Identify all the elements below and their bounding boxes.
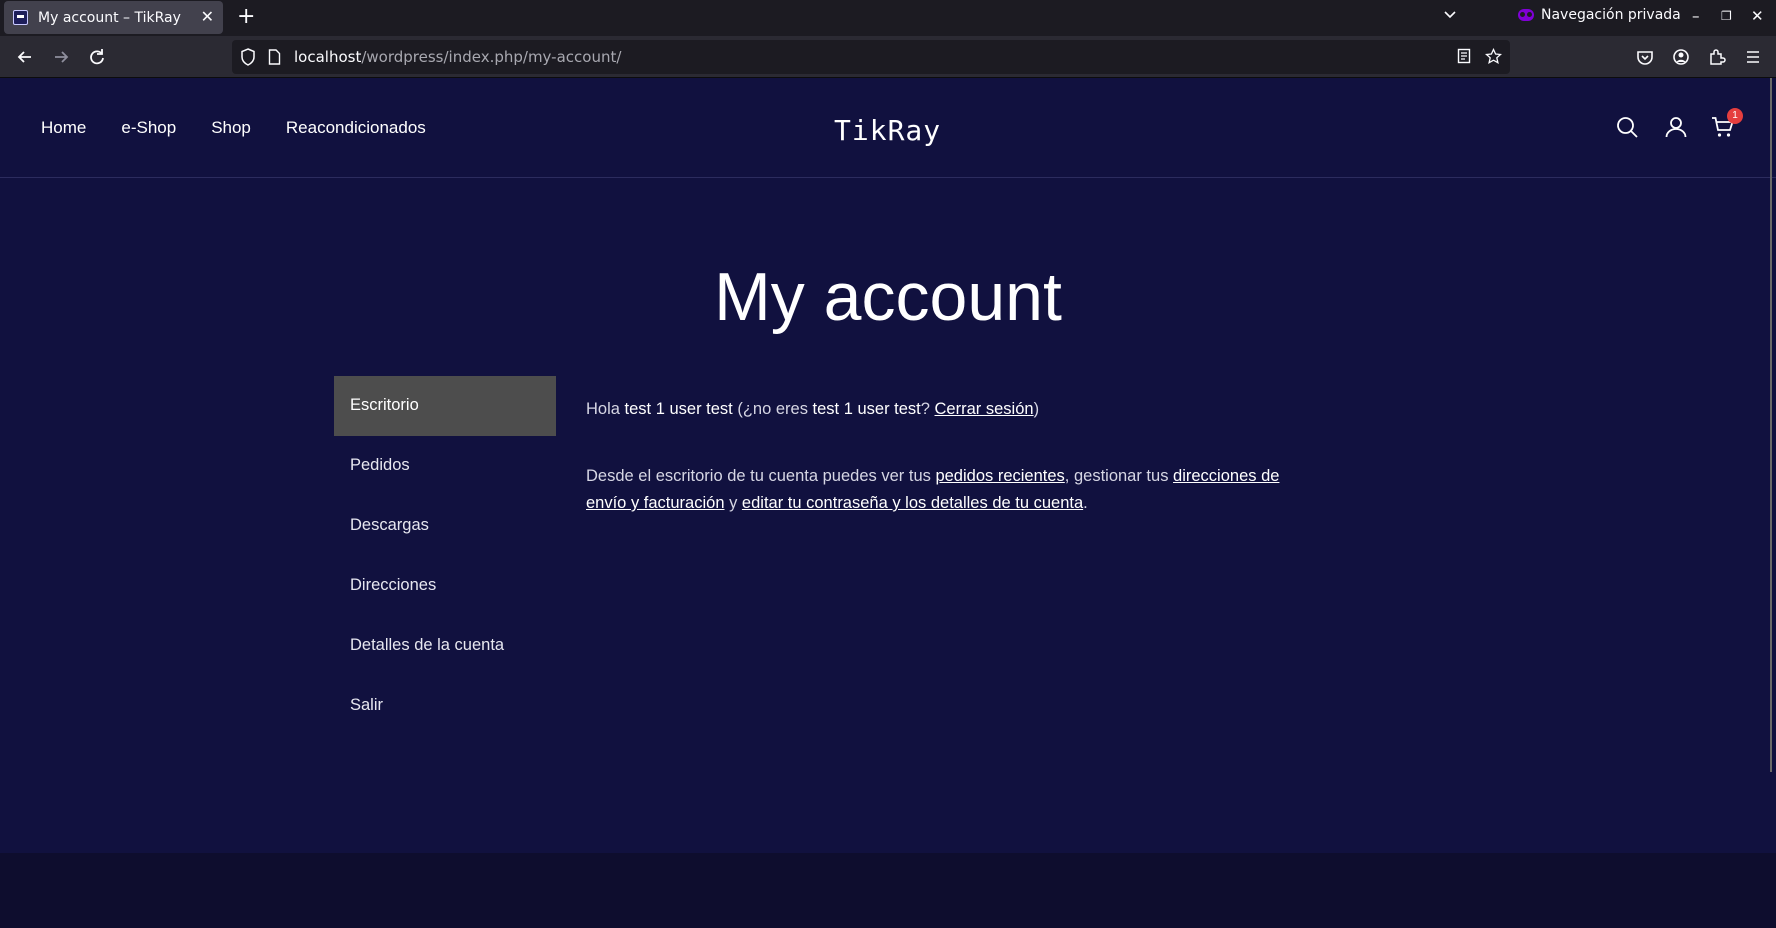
menu-item-home[interactable]: Home bbox=[41, 118, 86, 138]
reader-mode-icon[interactable] bbox=[1456, 48, 1472, 64]
browser-tab[interactable]: My account – TikRay ✕ bbox=[4, 1, 223, 34]
account-nav-pedidos[interactable]: Pedidos bbox=[334, 436, 556, 496]
recent-orders-link[interactable]: pedidos recientes bbox=[935, 467, 1064, 485]
user-account-icon[interactable] bbox=[1664, 115, 1688, 139]
desc-text-4: . bbox=[1083, 494, 1088, 512]
page-scrollbar[interactable] bbox=[1770, 78, 1772, 772]
main-menu: Home e-Shop Shop Reacondicionados bbox=[41, 118, 461, 138]
user-name: test 1 user test bbox=[624, 400, 733, 418]
account-nav-descargas[interactable]: Descargas bbox=[334, 496, 556, 556]
tracking-shield-icon[interactable] bbox=[240, 48, 256, 66]
new-tab-icon[interactable]: + bbox=[237, 4, 255, 30]
greeting-paragraph: Hola test 1 user test (¿no eres test 1 u… bbox=[586, 396, 1316, 423]
menu-item-e-shop[interactable]: e-Shop bbox=[121, 118, 176, 138]
desc-text-2: , gestionar tus bbox=[1064, 467, 1174, 485]
menu-item-shop[interactable]: Shop bbox=[211, 118, 251, 138]
site-logo[interactable]: TikRay bbox=[834, 114, 941, 147]
greeting-question: ? bbox=[920, 400, 935, 418]
url-bar[interactable]: localhost/wordpress/index.php/my-account… bbox=[232, 40, 1510, 74]
logout-link[interactable]: Cerrar sesión bbox=[935, 400, 1034, 418]
account-nav-direcciones[interactable]: Direcciones bbox=[334, 556, 556, 616]
hamburger-menu-icon[interactable] bbox=[1740, 44, 1766, 70]
site-favicon-icon bbox=[13, 10, 28, 25]
site-header: Home e-Shop Shop Reacondicionados TikRay… bbox=[0, 78, 1776, 178]
desc-text-3: y bbox=[724, 494, 742, 512]
page-title: My account bbox=[714, 259, 1062, 335]
cart-count-badge: 1 bbox=[1727, 108, 1743, 124]
user-name-repeat: test 1 user test bbox=[812, 400, 921, 418]
account-navigation: Escritorio Pedidos Descargas Direcciones… bbox=[334, 376, 556, 736]
desc-text-1: Desde el escritorio de tu cuenta puedes … bbox=[586, 467, 936, 485]
minimize-icon[interactable]: – bbox=[1692, 6, 1700, 26]
account-dashboard-content: Hola test 1 user test (¿no eres test 1 u… bbox=[586, 396, 1316, 557]
greeting-end: ) bbox=[1033, 400, 1040, 418]
close-tab-icon[interactable]: ✕ bbox=[201, 8, 214, 26]
dashboard-description: Desde el escritorio de tu cuenta puedes … bbox=[586, 463, 1316, 517]
account-details-link[interactable]: editar tu contraseña y los detalles de t… bbox=[742, 494, 1083, 512]
browser-navigation-bar: localhost/wordpress/index.php/my-account… bbox=[0, 36, 1776, 78]
private-mask-icon bbox=[1518, 9, 1534, 21]
tab-title: My account – TikRay bbox=[38, 9, 181, 26]
url-text[interactable]: localhost/wordpress/index.php/my-account… bbox=[294, 48, 621, 66]
reload-icon[interactable] bbox=[84, 44, 110, 70]
greeting-mid: (¿no eres bbox=[732, 400, 813, 418]
account-nav-salir[interactable]: Salir bbox=[334, 676, 556, 736]
search-icon[interactable] bbox=[1615, 115, 1639, 139]
account-nav-escritorio[interactable]: Escritorio bbox=[334, 376, 556, 436]
chevron-down-icon[interactable] bbox=[1444, 9, 1456, 21]
bookmark-star-icon[interactable] bbox=[1485, 48, 1502, 65]
site-footer bbox=[0, 853, 1776, 928]
account-circle-icon[interactable] bbox=[1668, 44, 1694, 70]
private-browsing-indicator: Navegación privada bbox=[1518, 7, 1681, 23]
page-info-icon[interactable] bbox=[268, 49, 281, 65]
greeting-prefix: Hola bbox=[586, 400, 625, 418]
close-window-icon[interactable]: ✕ bbox=[1751, 6, 1764, 26]
back-arrow-icon[interactable] bbox=[12, 44, 38, 70]
browser-tab-bar: My account – TikRay ✕ + Navegación priva… bbox=[0, 0, 1776, 36]
extensions-puzzle-icon[interactable] bbox=[1704, 44, 1730, 70]
pocket-icon[interactable] bbox=[1632, 44, 1658, 70]
menu-item-reacondicionados[interactable]: Reacondicionados bbox=[286, 118, 426, 138]
restore-icon[interactable]: ❐ bbox=[1721, 6, 1732, 26]
account-nav-detalles-cuenta[interactable]: Detalles de la cuenta bbox=[334, 616, 556, 676]
forward-arrow-icon[interactable] bbox=[48, 44, 74, 70]
private-label: Navegación privada bbox=[1541, 7, 1681, 23]
